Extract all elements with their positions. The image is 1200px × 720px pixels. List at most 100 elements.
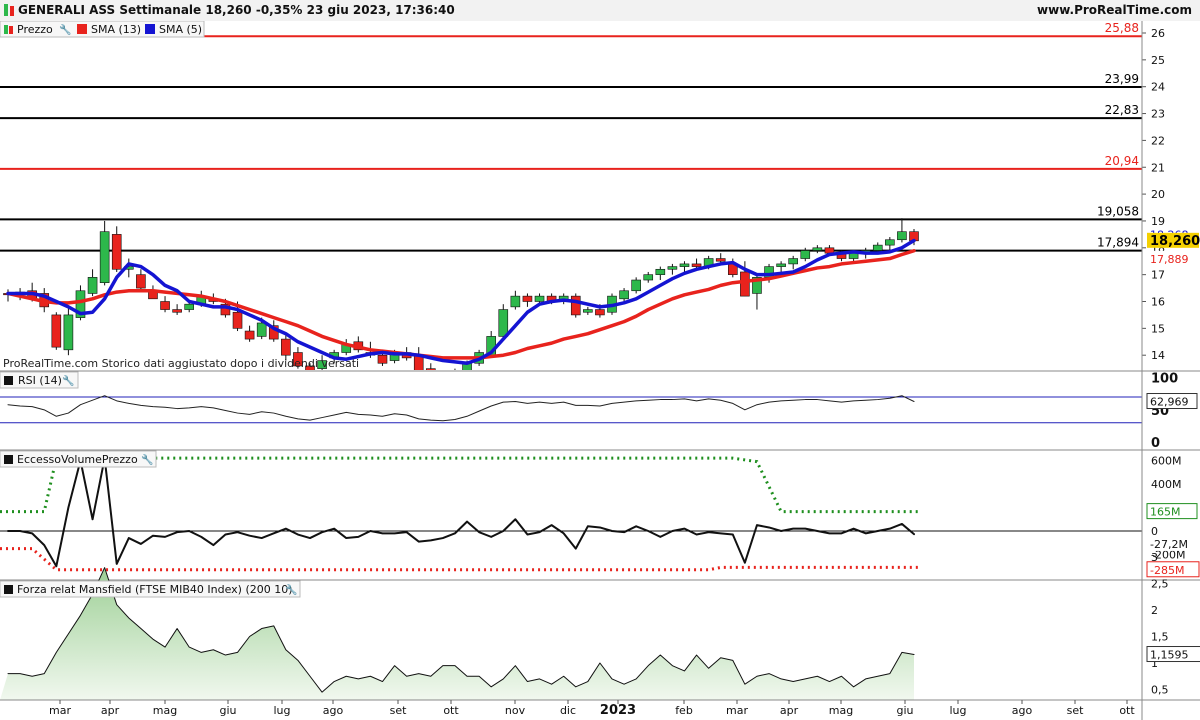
level-label-1: 23,99 bbox=[1105, 72, 1139, 86]
candle bbox=[87, 277, 98, 294]
x-tick-label-17: ago bbox=[1012, 704, 1033, 717]
price-panel: 25,88 23,99 22,83 20,94 19,058 17,894 ProRealT… bbox=[0, 21, 1200, 377]
header-bar: GENERALI ASS Settimanale 18,260 -0,35% 2… bbox=[0, 0, 1200, 22]
candle bbox=[631, 279, 641, 292]
volume-line bbox=[7, 457, 915, 568]
price-tick-label-9: 23 bbox=[1151, 108, 1165, 121]
watermark-text: ProRealTime.com Storico dati aggiustato … bbox=[3, 357, 359, 370]
wrench-icon: 🔧 bbox=[59, 23, 71, 36]
candle bbox=[619, 290, 629, 300]
level-label-5: 17,894 bbox=[1097, 236, 1139, 250]
rsi-legend-swatch bbox=[4, 376, 13, 385]
price-tick-label-0: 14 bbox=[1151, 349, 1165, 362]
price-tick-label-7: 21 bbox=[1151, 161, 1165, 174]
candle bbox=[570, 295, 581, 316]
level-label-4: 19,058 bbox=[1097, 204, 1139, 218]
legend-sma5-swatch bbox=[145, 24, 155, 34]
candle bbox=[824, 247, 835, 254]
candle bbox=[715, 258, 726, 262]
x-tick-label-3: giu bbox=[219, 704, 236, 717]
mansfield-tick-label-5: 3 bbox=[1151, 551, 1158, 564]
candle bbox=[136, 274, 146, 289]
candle bbox=[63, 314, 74, 351]
mansfield-legend-label: Forza relat Mansfield (FTSE MIB40 Index)… bbox=[17, 583, 293, 596]
chart-window: GENERALI ASS Settimanale 18,260 -0,35% 2… bbox=[0, 0, 1200, 720]
mansfield-tick-label-0: 0,5 bbox=[1151, 684, 1169, 697]
candle bbox=[872, 244, 883, 251]
candle bbox=[885, 239, 895, 246]
candle bbox=[99, 231, 110, 284]
candle bbox=[740, 271, 750, 297]
volume-legend-swatch bbox=[4, 455, 13, 464]
price-panel-bg bbox=[0, 21, 1200, 370]
price-tick-label-8: 22 bbox=[1151, 134, 1165, 147]
candle bbox=[377, 354, 388, 364]
mansfield-legend: Forza relat Mansfield (FTSE MIB40 Index)… bbox=[0, 580, 301, 598]
candle bbox=[691, 263, 702, 267]
candle bbox=[160, 301, 170, 310]
candle bbox=[534, 295, 545, 302]
sma13-axis-label: 17,889 bbox=[1150, 253, 1189, 266]
legend-price-icon-2 bbox=[9, 26, 13, 34]
price-tick-label-1: 15 bbox=[1151, 322, 1165, 335]
mansfield-legend-swatch bbox=[4, 585, 13, 594]
mansfield-wrench-icon: 🔧 bbox=[285, 583, 297, 596]
price-tick-label-5: 19 bbox=[1151, 215, 1165, 228]
price-tick-label-12: 26 bbox=[1151, 27, 1165, 40]
legend-sma5: SMA (5) bbox=[159, 23, 202, 36]
chart-title: GENERALI ASS Settimanale 18,260 -0,35% 2… bbox=[18, 3, 455, 17]
rsi-line bbox=[7, 395, 915, 422]
candle bbox=[643, 274, 654, 281]
candle bbox=[111, 234, 122, 270]
candle bbox=[897, 231, 907, 241]
candle bbox=[184, 303, 194, 310]
volume-last-label: -27,2M bbox=[1150, 538, 1188, 551]
x-tick-label-15: giu bbox=[896, 704, 913, 717]
rsi-panel: RSI (14) 🔧05010062,969 bbox=[0, 370, 1200, 451]
price-legend: Prezzo 🔧 SMA (13) SMA (5) bbox=[0, 21, 205, 38]
candle bbox=[667, 266, 678, 270]
legend-sma13-swatch bbox=[77, 24, 87, 34]
candle-icon-2 bbox=[10, 6, 14, 16]
level-label-2: 22,83 bbox=[1105, 103, 1139, 117]
rsi-legend-label: RSI (14) bbox=[18, 374, 62, 387]
legend-price-icon bbox=[4, 25, 8, 34]
volume-tick-label-3: 400M bbox=[1151, 478, 1182, 491]
candle bbox=[172, 309, 182, 313]
price-tick-label-10: 24 bbox=[1151, 81, 1165, 94]
x-tick-label-18: set bbox=[1067, 704, 1084, 717]
candle bbox=[595, 309, 605, 316]
candle bbox=[776, 263, 786, 267]
candle bbox=[438, 374, 447, 377]
mansfield-tick-label-3: 2 bbox=[1151, 604, 1158, 617]
rsi-last-label: 62,969 bbox=[1150, 396, 1189, 409]
candle bbox=[788, 258, 799, 265]
level-label-3: 20,94 bbox=[1105, 154, 1139, 168]
x-tick-label-12: mar bbox=[726, 704, 748, 717]
price-tick-label-3: 17 bbox=[1151, 269, 1165, 282]
candle bbox=[800, 250, 811, 259]
rsi-tick-label-0: 0 bbox=[1151, 436, 1160, 451]
candle bbox=[244, 330, 255, 340]
last-price-label: 18,260 bbox=[1150, 234, 1200, 249]
candle bbox=[450, 371, 459, 374]
chart-canvas[interactable]: 25,88 23,99 22,83 20,94 19,058 17,894 ProRealT… bbox=[0, 21, 1200, 720]
site-label[interactable]: www.ProRealTime.com bbox=[1037, 3, 1192, 17]
candle bbox=[522, 295, 533, 302]
candle bbox=[679, 263, 690, 267]
x-tick-label-16: lug bbox=[949, 704, 966, 717]
x-tick-label-10: 2023 bbox=[600, 703, 636, 718]
volume-lower-dotted bbox=[0, 547, 918, 572]
volume-wrench-icon: 🔧 bbox=[141, 453, 153, 466]
x-tick-label-14: mag bbox=[829, 704, 853, 717]
mansfield-last-label: 1,1595 bbox=[1150, 649, 1189, 662]
x-tick-label-7: ott bbox=[443, 704, 459, 717]
x-tick-label-2: mag bbox=[153, 704, 177, 717]
volume-legend: EccessoVolumePrezzo 🔧 bbox=[0, 450, 157, 468]
candle bbox=[51, 314, 62, 348]
volume-panel: EccessoVolumePrezzo🔧-200M0200M400M600M16… bbox=[0, 449, 1200, 578]
mansfield-panel: Forza relat Mansfield (FTSE MIB40 Index)… bbox=[0, 551, 1200, 700]
candle bbox=[232, 311, 243, 329]
candle bbox=[583, 309, 593, 313]
volume-tick-label-4: 600M bbox=[1151, 455, 1182, 468]
